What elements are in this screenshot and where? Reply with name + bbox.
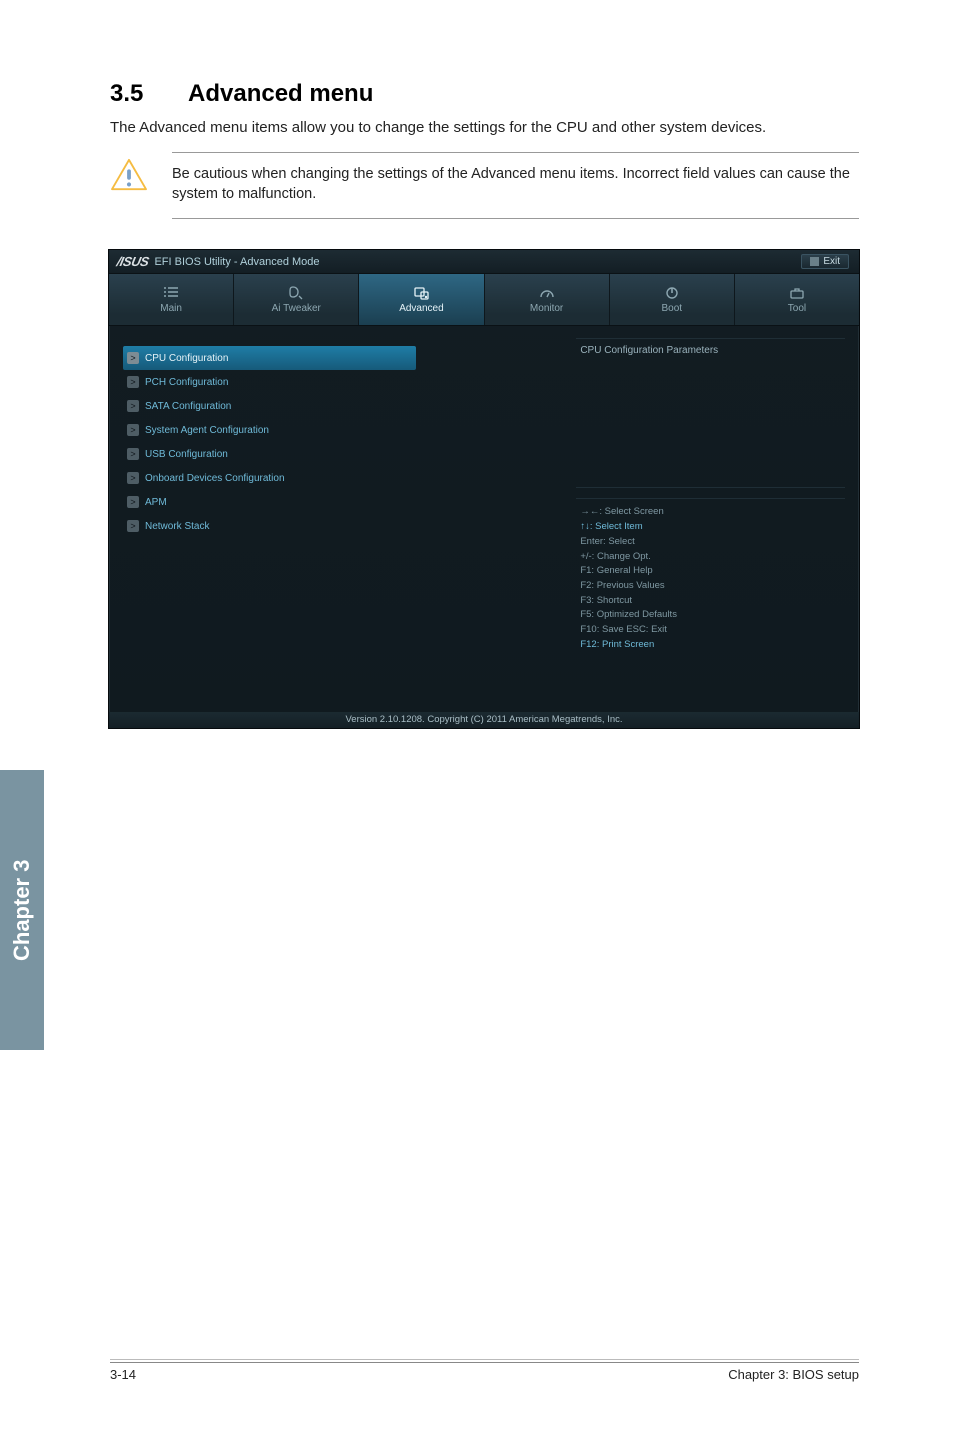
- chevron-right-icon: >: [127, 376, 139, 388]
- menu-panel: > CPU Configuration > PCH Configuration …: [123, 338, 566, 706]
- menu-item-onboard-devices-configuration[interactable]: > Onboard Devices Configuration: [123, 466, 566, 490]
- chevron-right-icon: >: [127, 496, 139, 508]
- section-number: 3.5: [110, 80, 188, 108]
- warning-callout: Be cautious when changing the settings o…: [110, 152, 859, 219]
- menu-label: APM: [145, 497, 167, 508]
- page-number: 3-14: [110, 1367, 136, 1382]
- exit-icon: [810, 257, 819, 266]
- bios-title-text: EFI BIOS Utility - Advanced Mode: [154, 256, 319, 268]
- help-line: F1: General Help: [580, 564, 841, 579]
- info-description: CPU Configuration Parameters: [576, 338, 845, 488]
- menu-label: System Agent Configuration: [145, 425, 269, 436]
- menu-item-usb-configuration[interactable]: > USB Configuration: [123, 442, 566, 466]
- warning-icon: [110, 179, 148, 196]
- help-line: F3: Shortcut: [580, 594, 841, 609]
- chevron-right-icon: >: [127, 472, 139, 484]
- menu-label: USB Configuration: [145, 449, 228, 460]
- help-line: →←: Select Screen: [580, 505, 841, 520]
- tab-label: Monitor: [530, 303, 563, 314]
- chevron-right-icon: >: [127, 520, 139, 532]
- menu-label: Network Stack: [145, 521, 209, 532]
- menu-item-cpu-configuration[interactable]: > CPU Configuration: [123, 346, 416, 370]
- tab-advanced[interactable]: Advanced: [359, 274, 484, 325]
- help-line: Enter: Select: [580, 535, 841, 550]
- tab-label: Ai Tweaker: [272, 303, 321, 314]
- tab-label: Boot: [661, 303, 682, 314]
- chevron-right-icon: >: [127, 400, 139, 412]
- menu-label: Onboard Devices Configuration: [145, 473, 285, 484]
- menu-item-pch-configuration[interactable]: > PCH Configuration: [123, 370, 566, 394]
- help-line: F5: Optimized Defaults: [580, 608, 841, 623]
- info-title: CPU Configuration Parameters: [580, 345, 718, 356]
- tab-tool[interactable]: Tool: [735, 274, 859, 325]
- tab-main[interactable]: Main: [109, 274, 234, 325]
- exit-button[interactable]: Exit: [801, 254, 849, 269]
- help-keys: →←: Select Screen ↑↓: Select Item Enter:…: [576, 498, 845, 658]
- mouse-icon: [287, 286, 305, 300]
- menu-label: PCH Configuration: [145, 377, 228, 388]
- help-line: +/-: Change Opt.: [580, 550, 841, 565]
- section-heading: 3.5Advanced menu: [110, 80, 859, 108]
- page-footer: 3-14 Chapter 3: BIOS setup: [110, 1362, 859, 1382]
- chapter-side-tab: Chapter 3: [0, 770, 44, 1050]
- menu-label: SATA Configuration: [145, 401, 231, 412]
- bios-screenshot: /ISUS EFI BIOS Utility - Advanced Mode E…: [108, 249, 860, 729]
- asus-logo: /ISUS: [115, 254, 150, 269]
- tab-label: Advanced: [399, 303, 443, 314]
- chapter-label: Chapter 3: BIOS setup: [728, 1367, 859, 1382]
- menu-item-apm[interactable]: > APM: [123, 490, 566, 514]
- help-line: F12: Print Screen: [580, 638, 841, 653]
- tab-label: Main: [160, 303, 182, 314]
- menu-item-network-stack[interactable]: > Network Stack: [123, 514, 566, 538]
- chip-icon: [412, 286, 430, 300]
- warning-text: Be cautious when changing the settings o…: [172, 152, 859, 219]
- power-icon: [663, 286, 681, 300]
- bios-nav: Main Ai Tweaker Advanced Monitor Boot To…: [109, 274, 859, 326]
- chevron-right-icon: >: [127, 448, 139, 460]
- tab-monitor[interactable]: Monitor: [485, 274, 610, 325]
- intro-paragraph: The Advanced menu items allow you to cha…: [110, 118, 859, 138]
- section-title: Advanced menu: [188, 80, 373, 107]
- menu-item-system-agent-configuration[interactable]: > System Agent Configuration: [123, 418, 566, 442]
- help-line: F2: Previous Values: [580, 579, 841, 594]
- tab-boot[interactable]: Boot: [610, 274, 735, 325]
- chevron-right-icon: >: [127, 352, 139, 364]
- chevron-right-icon: >: [127, 424, 139, 436]
- menu-label: CPU Configuration: [145, 353, 228, 364]
- tab-ai-tweaker[interactable]: Ai Tweaker: [234, 274, 359, 325]
- help-line: ↑↓: Select Item: [580, 520, 841, 535]
- info-panel: CPU Configuration Parameters →←: Select …: [576, 338, 845, 706]
- menu-item-sata-configuration[interactable]: > SATA Configuration: [123, 394, 566, 418]
- toolbox-icon: [788, 286, 806, 300]
- gauge-icon: [538, 286, 556, 300]
- bios-titlebar: /ISUS EFI BIOS Utility - Advanced Mode E…: [109, 250, 859, 274]
- tab-label: Tool: [788, 303, 806, 314]
- exit-label: Exit: [823, 256, 840, 267]
- bios-footer: Version 2.10.1208. Copyright (C) 2011 Am…: [109, 712, 859, 728]
- help-line: F10: Save ESC: Exit: [580, 623, 841, 638]
- list-icon: [162, 286, 180, 300]
